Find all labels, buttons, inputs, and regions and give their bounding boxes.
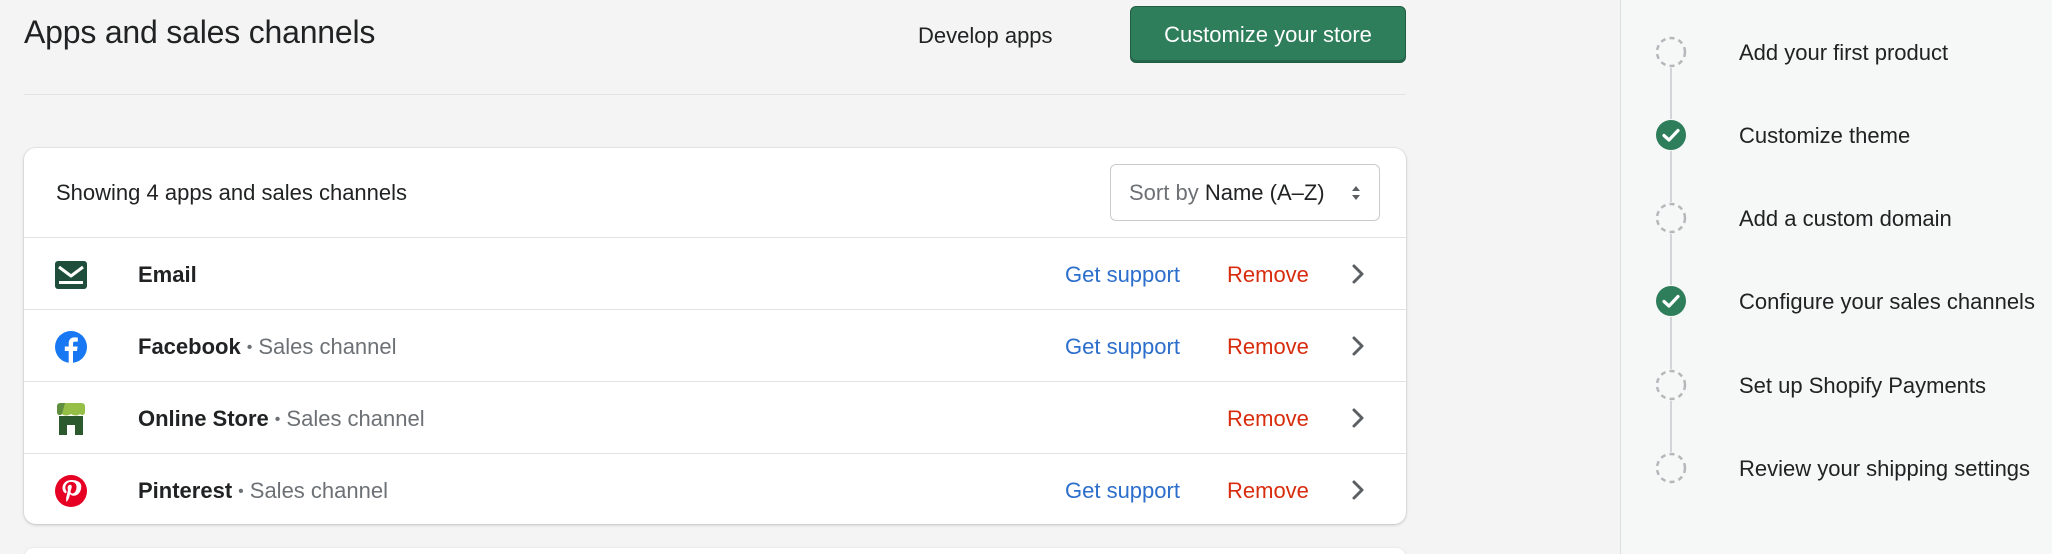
setup-step[interactable]: Customize theme xyxy=(1655,113,2045,153)
remove-link[interactable]: Remove xyxy=(1227,334,1309,360)
dashed-circle-icon xyxy=(1655,369,1687,401)
setup-step[interactable]: Add your first product xyxy=(1655,30,2045,70)
apps-card: Showing 4 apps and sales channels Sort b… xyxy=(24,148,1406,524)
app-name: Email xyxy=(138,262,197,287)
select-arrows-icon xyxy=(1352,186,1360,200)
get-support-link[interactable]: Get support xyxy=(1065,478,1180,504)
secondary-card xyxy=(24,548,1406,554)
get-support-link[interactable]: Get support xyxy=(1065,262,1180,288)
app-type: Sales channel xyxy=(286,406,425,431)
chevron-right-icon[interactable] xyxy=(1348,334,1368,358)
app-name: Online Store • Sales channel xyxy=(138,406,425,432)
list-item[interactable]: Online Store • Sales channel Remove xyxy=(24,382,1406,454)
apps-card-header: Showing 4 apps and sales channels Sort b… xyxy=(24,148,1406,238)
main-content: Apps and sales channels Develop apps Cus… xyxy=(0,0,1620,554)
list-item[interactable]: Facebook • Sales channel Get support Remov… xyxy=(24,310,1406,382)
remove-link[interactable]: Remove xyxy=(1227,262,1309,288)
setup-step[interactable]: Add a custom domain xyxy=(1655,196,2045,236)
setup-step-label: Configure your sales channels xyxy=(1739,289,2035,314)
setup-step[interactable]: Configure your sales channels xyxy=(1655,279,2045,319)
sort-select[interactable]: Sort by Name (A–Z) xyxy=(1110,164,1380,221)
checkmark-circle-icon xyxy=(1655,285,1687,317)
setup-step-label: Set up Shopify Payments xyxy=(1739,373,1987,398)
separator-dot: • xyxy=(238,483,244,500)
dashed-circle-icon xyxy=(1655,452,1687,484)
setup-step[interactable]: Set up Shopify Payments xyxy=(1655,363,2045,403)
checkmark-circle-icon xyxy=(1655,119,1687,151)
list-item[interactable]: Pinterest • Sales channel Get support Remo… xyxy=(24,454,1406,524)
pinterest-icon xyxy=(55,475,87,507)
remove-link[interactable]: Remove xyxy=(1227,478,1309,504)
get-support-link[interactable]: Get support xyxy=(1065,334,1180,360)
setup-guide-sidebar: Add your first product Customize theme Add… xyxy=(1620,0,2052,554)
list-item[interactable]: Email Get support Remove xyxy=(24,238,1406,310)
customize-store-button[interactable]: Customize your store xyxy=(1130,6,1406,63)
separator-dot: • xyxy=(274,411,281,428)
app-name: Pinterest • Sales channel xyxy=(138,478,388,504)
sort-value: Name (A–Z) xyxy=(1204,180,1325,205)
develop-apps-button[interactable]: Develop apps xyxy=(918,14,1053,58)
separator-dot: • xyxy=(246,339,253,356)
chevron-right-icon[interactable] xyxy=(1348,406,1368,430)
app-type: Sales channel xyxy=(258,334,397,359)
setup-step-label: Customize theme xyxy=(1739,123,1911,148)
setup-step[interactable]: Review your shipping settings xyxy=(1655,446,2045,486)
dashed-circle-icon xyxy=(1655,36,1687,68)
app-name-text: Facebook xyxy=(138,334,241,359)
setup-step-label: Add a custom domain xyxy=(1739,206,1952,231)
facebook-icon xyxy=(55,331,87,363)
setup-step-label: Add your first product xyxy=(1739,40,1949,65)
email-icon xyxy=(55,261,87,289)
header-divider xyxy=(24,94,1406,95)
app-name: Facebook • Sales channel xyxy=(138,334,397,360)
app-type: Sales channel xyxy=(249,478,388,503)
app-name-text: Pinterest xyxy=(138,478,233,503)
online-store-icon xyxy=(57,403,85,435)
dashed-circle-icon xyxy=(1655,202,1687,234)
chevron-right-icon[interactable] xyxy=(1348,262,1368,286)
page-title: Apps and sales channels xyxy=(24,14,376,50)
setup-step-label: Review your shipping settings xyxy=(1739,456,2031,481)
sort-prefix: Sort by xyxy=(1129,180,1199,205)
apps-count-text: Showing 4 apps and sales channels xyxy=(56,180,408,205)
chevron-right-icon[interactable] xyxy=(1348,478,1368,502)
app-name-text: Online Store xyxy=(138,406,269,431)
remove-link[interactable]: Remove xyxy=(1227,406,1309,432)
